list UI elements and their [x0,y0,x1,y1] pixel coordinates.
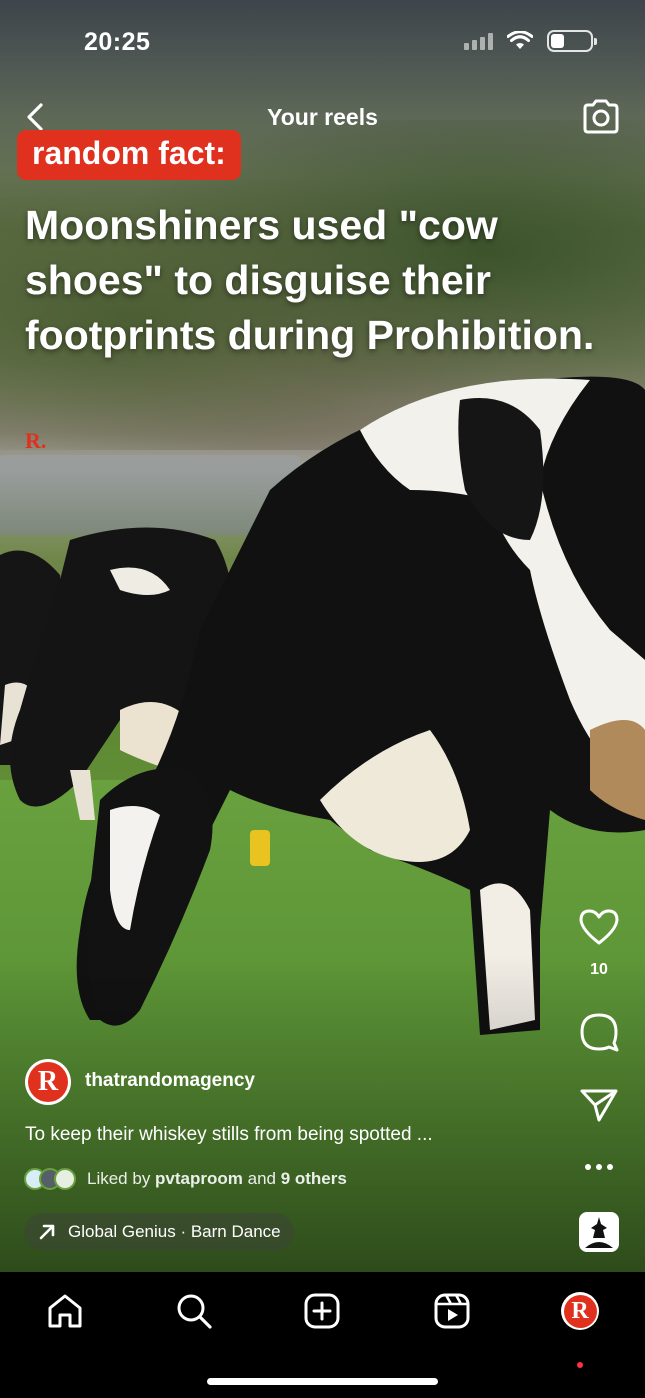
page-title: Your reels [267,104,378,130]
liked-by-prefix: Liked by [87,1169,156,1188]
profile-avatar: R [561,1292,599,1330]
liked-by-user[interactable]: pvtaproom [155,1169,243,1188]
nav-profile[interactable]: R [558,1289,602,1333]
heart-icon [579,909,619,945]
like-count: 10 [590,961,608,978]
liked-by-text: Liked by pvtaproom and 9 others [87,1169,347,1189]
reel-caption[interactable]: To keep their whiskey stills from being … [25,1124,433,1146]
nav-create[interactable] [300,1289,344,1333]
battery-icon [547,30,597,52]
comment-bubble-icon [580,1013,619,1052]
random-fact-badge: random fact: [17,130,241,180]
comment-button[interactable] [577,1010,621,1054]
liked-by-row[interactable]: Liked by pvtaproom and 9 others [24,1168,347,1190]
nav-search[interactable] [172,1289,216,1333]
profile-avatar-letter: R [563,1294,597,1328]
more-options-button[interactable] [577,1145,621,1189]
liked-by-connector: and [242,1169,281,1188]
arrow-up-right-icon [39,1224,55,1240]
liker-avatar [54,1168,76,1190]
camera-button[interactable] [581,98,621,136]
plus-square-icon [304,1293,340,1329]
global-genius-logo [581,1214,617,1250]
notification-dot [577,1362,583,1368]
author-avatar[interactable]: R [25,1059,71,1105]
camera-icon [583,99,619,134]
home-icon [48,1294,82,1328]
search-icon [177,1294,212,1329]
reels-icon [434,1293,470,1329]
author-username[interactable]: thatrandomagency [85,1070,255,1092]
nav-home[interactable] [43,1289,87,1333]
brand-logo-mark: R. [25,428,47,453]
audio-thumbnail[interactable] [579,1212,619,1252]
status-icons [464,30,597,52]
reel-headline: Moonshiners used "cow shoes" to disguise… [25,202,595,358]
author-avatar-letter: R [28,1062,68,1102]
wifi-icon [507,31,533,49]
audio-track-pill[interactable]: Global Genius · Barn Dance [24,1213,294,1251]
ellipsis-icon [585,1164,613,1170]
status-time: 20:25 [84,28,151,56]
home-indicator[interactable] [207,1378,438,1385]
nav-reels[interactable] [430,1289,474,1333]
liked-by-others[interactable]: 9 others [281,1169,347,1188]
paper-plane-icon [580,1089,618,1122]
cellular-signal-icon [464,32,493,50]
like-button[interactable] [577,905,621,949]
audio-track-name: Global Genius · Barn Dance [68,1222,281,1241]
share-button[interactable] [577,1083,621,1127]
